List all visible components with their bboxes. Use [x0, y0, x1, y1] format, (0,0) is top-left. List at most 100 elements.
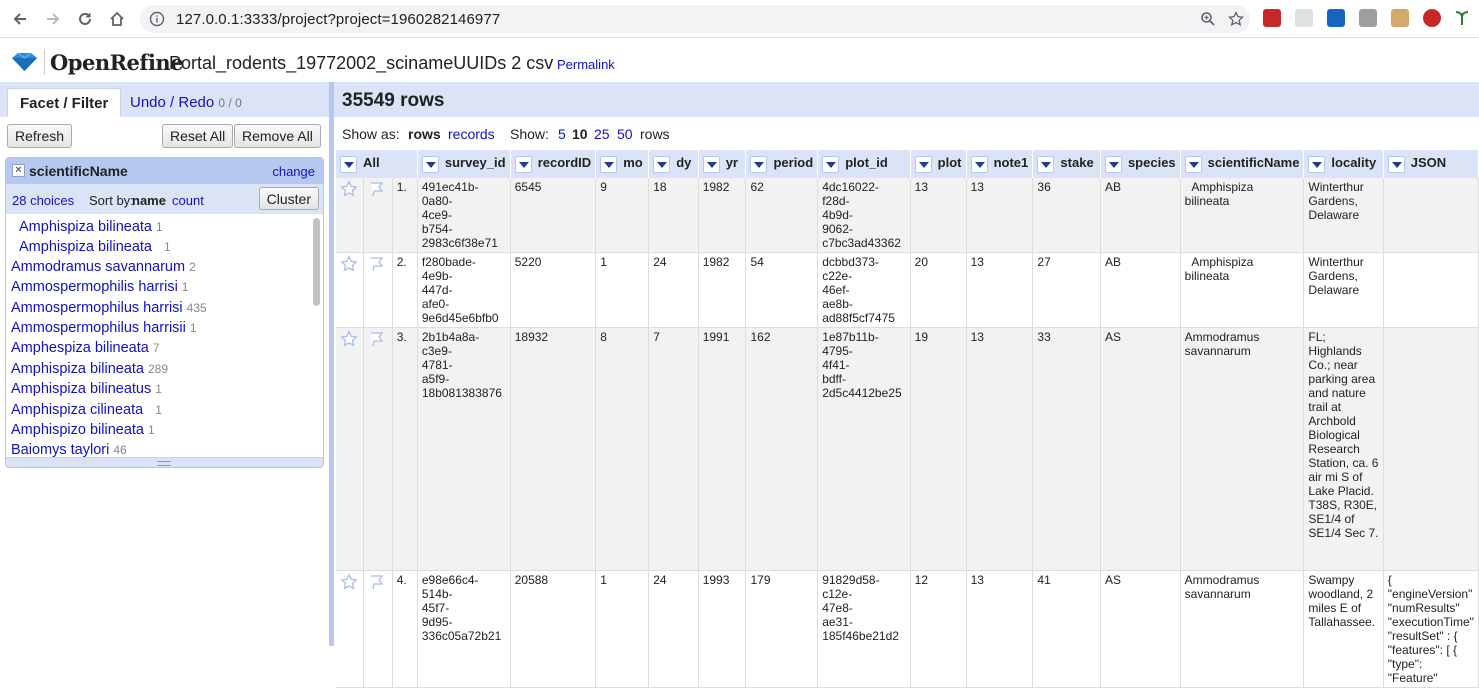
cell-json[interactable] [1383, 252, 1479, 328]
cell-stake[interactable]: 41 [1032, 570, 1101, 688]
column-header-plot[interactable]: plot [910, 150, 967, 178]
choice-label[interactable]: Ammospermophilus harrisii [11, 320, 186, 336]
zoom-icon[interactable] [1194, 5, 1222, 33]
choice-label[interactable]: Ammodramus savannarum [11, 259, 185, 275]
cell-stake[interactable]: 36 [1032, 178, 1101, 253]
column-menu-icon[interactable] [822, 155, 840, 173]
cell-plot_id[interactable]: 4dc16022- f28d- 4b9d- 9062- c7bc3ad43362 [817, 178, 911, 253]
cell-mo[interactable]: 1 [595, 252, 650, 328]
cell-dy[interactable]: 24 [648, 570, 699, 688]
cell-mo[interactable]: 9 [595, 178, 650, 253]
cell-mo[interactable]: 1 [595, 570, 650, 688]
extension-icon-1[interactable] [1263, 9, 1281, 27]
flag-icon[interactable] [368, 255, 386, 273]
facet-scrollbar[interactable] [313, 218, 320, 306]
cell-survey_id[interactable]: 2b1b4a8a-c3e9- 4781- a5f9- 18b081383876 [417, 327, 511, 571]
list-item[interactable]: Amphispiza bilineata 1 [19, 219, 163, 235]
flag-icon[interactable] [368, 330, 386, 348]
close-facet-icon[interactable]: × [12, 164, 25, 177]
cell-stake[interactable]: 33 [1032, 327, 1101, 571]
column-header-stake[interactable]: stake [1032, 150, 1101, 178]
column-menu-icon[interactable] [421, 155, 439, 173]
list-item[interactable]: Amphespiza bilineata 7 [11, 340, 160, 356]
table-row[interactable]: 3. 2b1b4a8a-c3e9- 4781- a5f9- 18b081383876 18… [336, 327, 1479, 571]
cell-locality[interactable]: Winterthur Gardens, Delaware [1303, 178, 1384, 253]
cell-period[interactable]: 162 [745, 327, 819, 571]
cell-note1[interactable]: 13 [966, 570, 1034, 688]
column-header-json[interactable]: JSON [1383, 150, 1479, 178]
column-menu-icon[interactable] [750, 155, 768, 173]
column-menu-icon[interactable] [653, 155, 671, 173]
list-item[interactable]: Amphispiza bilineatus 1 [11, 381, 162, 397]
column-menu-icon[interactable] [340, 155, 357, 173]
cell-locality[interactable]: Winterthur Gardens, Delaware [1303, 252, 1384, 328]
cell-survey_id[interactable]: f280bade- 4e9b- 447d-afe0- 9e6d45e6bfb0 [417, 252, 511, 328]
permalink-link[interactable]: Permalink [557, 57, 615, 72]
page-size-5[interactable]: 5 [558, 126, 566, 142]
cell-species[interactable]: AS [1100, 570, 1181, 688]
cell-plot_id[interactable]: 1e87b11b- 4795- 4f41- bdff- 2d5c4412be25 [817, 327, 911, 571]
cell-plot[interactable]: 19 [910, 327, 967, 571]
column-header-mo[interactable]: mo [595, 150, 650, 178]
cell-yr[interactable]: 1982 [698, 252, 747, 328]
column-header-locality[interactable]: locality [1303, 150, 1384, 178]
column-header-yr[interactable]: yr [698, 150, 747, 178]
cell-locality[interactable]: Swampy woodland, 2 miles E of Tallahasse… [1303, 570, 1384, 688]
tab-undo-redo[interactable]: Undo / Redo 0 / 0 [118, 88, 254, 117]
column-menu-icon[interactable] [1104, 155, 1122, 173]
show-as-records[interactable]: records [448, 126, 495, 142]
cell-recordid[interactable]: 18932 [510, 327, 597, 571]
extension-icon-6[interactable] [1423, 9, 1441, 27]
column-menu-icon[interactable] [702, 155, 720, 173]
column-header-plot_id[interactable]: plot_id [817, 150, 911, 178]
list-item[interactable]: Amphispiza bilineata 289 [11, 361, 168, 377]
cell-plot[interactable]: 12 [910, 570, 967, 688]
page-size-50[interactable]: 50 [617, 126, 633, 142]
choice-label[interactable]: Amphespiza bilineata [11, 340, 149, 356]
facet-resize-handle[interactable] [6, 457, 323, 467]
cell-scientificname[interactable]: Amphispiza bilineata [1180, 252, 1305, 328]
project-name[interactable]: Portal_rodents_19772002_scinameUUIDs 2 c… [169, 53, 553, 74]
column-menu-icon[interactable] [914, 155, 932, 173]
cell-species[interactable]: AB [1100, 252, 1181, 328]
column-header-scientificname[interactable]: scientificName [1180, 150, 1305, 178]
back-icon[interactable] [4, 3, 36, 35]
cell-note1[interactable]: 13 [966, 252, 1034, 328]
column-menu-icon[interactable] [1184, 155, 1202, 173]
cell-recordid[interactable]: 6545 [510, 178, 597, 253]
list-item[interactable]: Ammodramus savannarum 2 [11, 259, 196, 275]
refresh-button[interactable]: Refresh [7, 124, 73, 148]
choice-label[interactable]: Amphispizo bilineata [11, 422, 144, 438]
facet-change-link[interactable]: change [272, 164, 315, 179]
cell-species[interactable]: AB [1100, 178, 1181, 253]
cell-note1[interactable]: 13 [966, 327, 1034, 571]
star-icon[interactable] [340, 180, 358, 198]
reload-icon[interactable] [69, 3, 101, 35]
star-icon[interactable] [340, 573, 358, 591]
cell-plot_id[interactable]: 91829d58- c12e- 47e8- ae31- 185f46be21d2 [817, 570, 911, 688]
choice-label[interactable]: Baiomys taylori [11, 442, 109, 457]
choice-label[interactable]: Ammospermophilis harrisi [11, 279, 178, 295]
column-header-survey_id[interactable]: survey_id [417, 150, 511, 178]
column-header-all[interactable]: All [336, 150, 418, 178]
column-menu-icon[interactable] [514, 155, 532, 173]
cell-dy[interactable]: 7 [648, 327, 699, 571]
cell-plot[interactable]: 20 [910, 252, 967, 328]
list-item[interactable]: Amphispizo bilineata 1 [11, 422, 155, 438]
cell-yr[interactable]: 1991 [698, 327, 747, 571]
list-item[interactable]: Ammospermophilus harrisii 1 [11, 320, 197, 336]
forward-icon[interactable] [37, 3, 69, 35]
cell-json[interactable] [1383, 178, 1479, 253]
cell-recordid[interactable]: 5220 [510, 252, 597, 328]
page-size-25[interactable]: 25 [594, 126, 610, 142]
info-icon[interactable] [146, 8, 168, 30]
cell-dy[interactable]: 18 [648, 178, 699, 253]
choice-label[interactable]: Ammospermophilus harrisi [11, 300, 183, 316]
extension-icon-2[interactable] [1295, 9, 1313, 27]
address-bar[interactable]: 127.0.0.1:3333/project?project=196028214… [140, 5, 1250, 33]
openrefine-logo-icon[interactable] [11, 52, 38, 77]
home-icon[interactable] [101, 3, 133, 35]
column-header-species[interactable]: species [1100, 150, 1181, 178]
show-as-rows[interactable]: rows [408, 126, 441, 142]
cell-json[interactable] [1383, 327, 1479, 571]
